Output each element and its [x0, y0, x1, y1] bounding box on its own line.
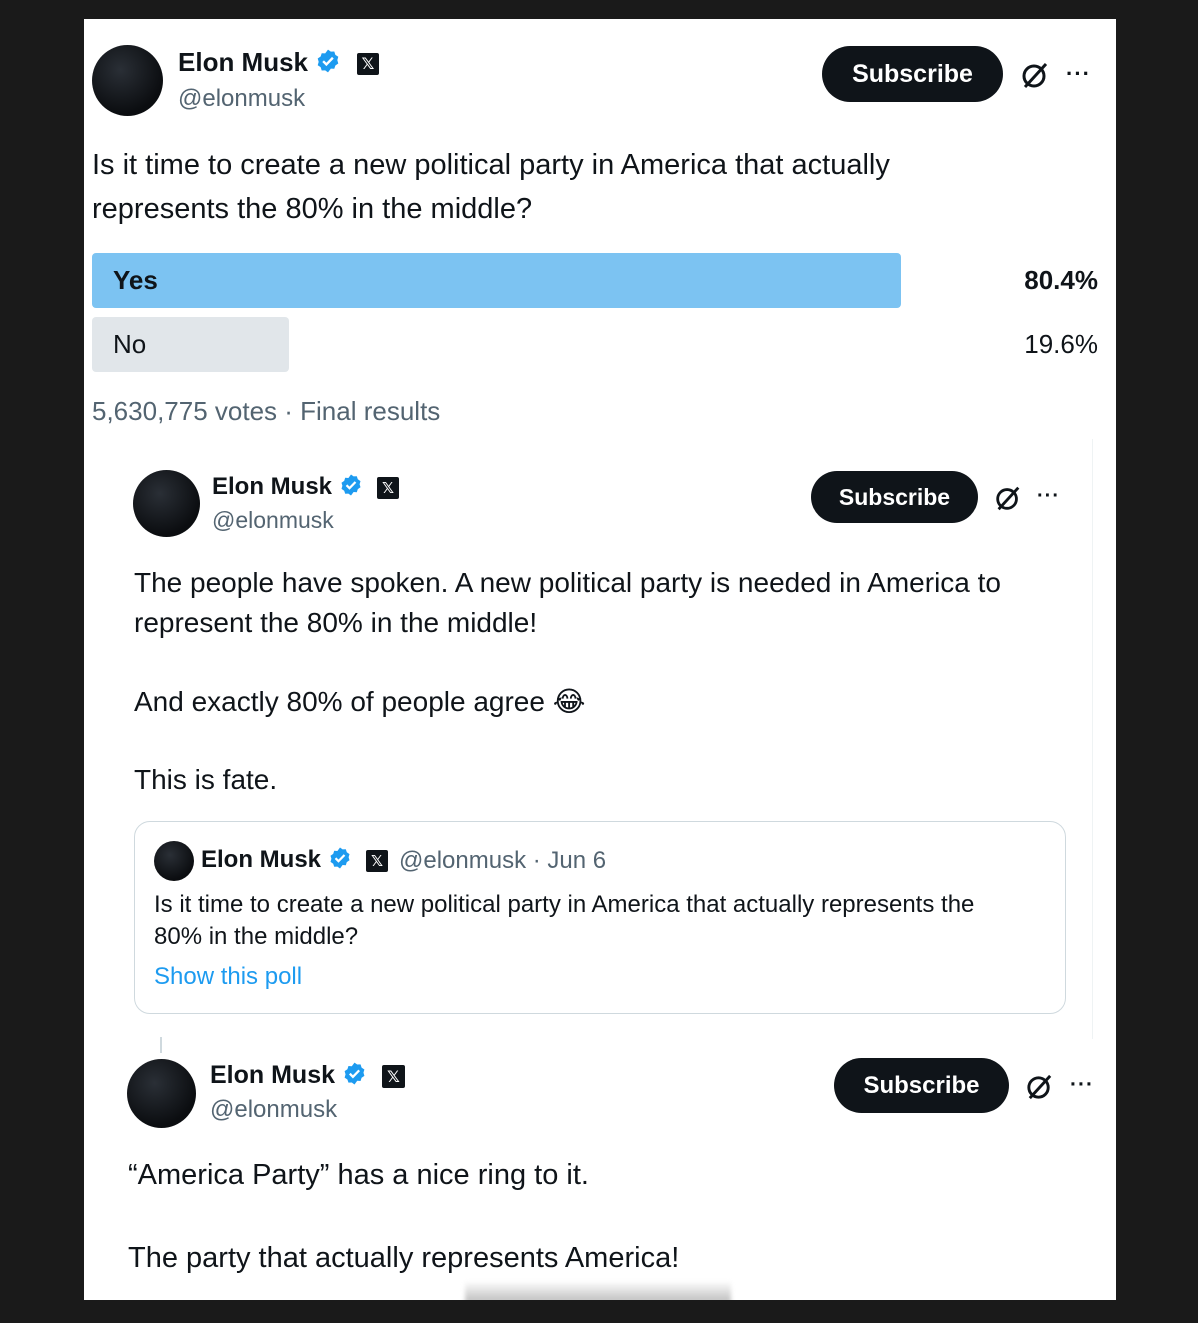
author-handle[interactable]: @elonmusk	[212, 507, 334, 534]
poll-option-no-percent: 19.6%	[1024, 329, 1098, 359]
subscribe-button[interactable]: Subscribe	[834, 1058, 1009, 1113]
author-name[interactable]: Elon Musk	[178, 47, 341, 78]
more-options-icon[interactable]: ···	[1066, 61, 1091, 87]
author-handle[interactable]: @elonmusk	[210, 1096, 337, 1124]
post-text-line: And exactly 80% of people agree 😂	[134, 685, 585, 718]
poll-bar-yes[interactable]	[92, 253, 901, 308]
x-affiliate-badge-icon: 𝕏	[357, 53, 379, 75]
grok-icon[interactable]	[1019, 59, 1051, 91]
post-text-line: represents the 80% in the middle?	[92, 193, 533, 225]
more-options-icon[interactable]: ···	[1037, 485, 1060, 508]
poll-summary: 5,630,775 votes · Final results	[92, 396, 441, 426]
subscribe-button[interactable]: Subscribe	[822, 46, 1003, 102]
author-name-text[interactable]: Elon Musk	[212, 473, 332, 500]
post-text-line: represent the 80% in the middle!	[134, 607, 538, 638]
post-text-line: Is it time to create a new political par…	[92, 149, 890, 181]
laughing-emoji-icon: 😂	[552, 686, 586, 717]
author-handle[interactable]: @elonmusk	[178, 85, 305, 113]
verified-badge-icon	[317, 49, 339, 73]
post-text-line: This is fate.	[134, 764, 278, 795]
watermark-blur	[465, 1281, 731, 1300]
author-name[interactable]: Elon Musk	[210, 1061, 367, 1090]
post-text-fragment: And exactly 80% of people agree	[134, 686, 545, 717]
quoted-text-line: 80% in the middle?	[154, 923, 359, 950]
author-name-text[interactable]: Elon Musk	[178, 47, 308, 77]
x-affiliate-badge-icon: 𝕏	[382, 1065, 405, 1088]
avatar	[154, 841, 194, 881]
x-affiliate-badge-icon: 𝕏	[366, 850, 388, 872]
quoted-text-line: Is it time to create a new political par…	[154, 891, 975, 918]
poll-option-yes-percent: 80.4%	[1024, 265, 1098, 295]
quoted-author-name-text: Elon Musk	[201, 846, 322, 873]
poll-option-yes-label: Yes	[113, 265, 158, 295]
more-options-icon[interactable]: ···	[1070, 1073, 1094, 1097]
avatar[interactable]	[92, 45, 163, 116]
thread-connector	[160, 1037, 162, 1053]
screenshot-sheet: Elon Musk 𝕏 @elonmusk Subscribe ··· Is i…	[84, 19, 1116, 1300]
post-text-line: The people have spoken. A new political …	[134, 567, 1001, 598]
post-text-line: The party that actually represents Ameri…	[128, 1242, 680, 1274]
thread-divider	[1092, 439, 1093, 1039]
author-name-text[interactable]: Elon Musk	[210, 1061, 335, 1089]
grok-icon[interactable]	[993, 483, 1023, 513]
x-affiliate-badge-icon: 𝕏	[377, 477, 399, 499]
quoted-meta: @elonmusk · Jun 6	[399, 847, 607, 874]
verified-badge-icon	[341, 474, 361, 496]
verified-badge-icon	[330, 847, 350, 869]
avatar[interactable]	[133, 470, 200, 537]
poll-option-no-label: No	[113, 329, 147, 359]
verified-badge-icon	[344, 1062, 365, 1085]
avatar[interactable]	[127, 1059, 196, 1128]
quoted-author-name: Elon Musk	[201, 846, 352, 874]
author-name[interactable]: Elon Musk	[212, 473, 363, 501]
grok-icon[interactable]	[1024, 1071, 1055, 1102]
post-text-line: “America Party” has a nice ring to it.	[128, 1159, 589, 1191]
show-poll-link[interactable]: Show this poll	[154, 963, 302, 991]
subscribe-button[interactable]: Subscribe	[811, 471, 978, 523]
